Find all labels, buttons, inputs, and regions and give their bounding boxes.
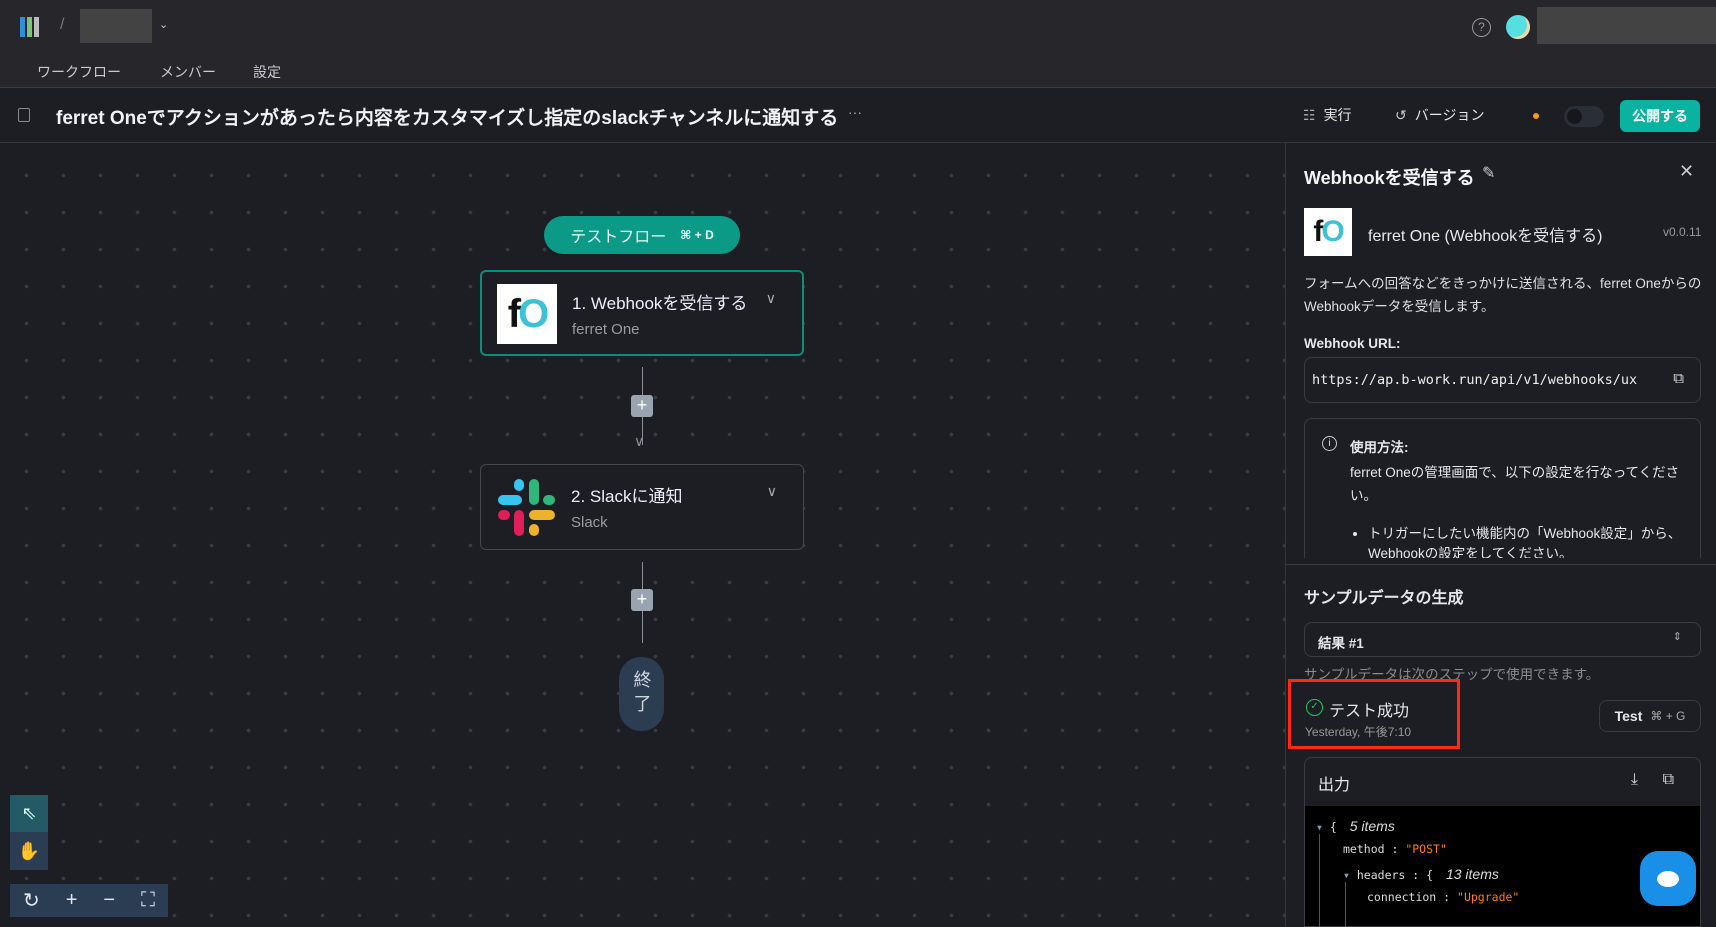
usage-box: i 使用方法: ferret Oneの管理画面で、以下の設定を行なってください。… bbox=[1304, 418, 1701, 558]
workspace-selector[interactable] bbox=[80, 9, 152, 43]
test-button[interactable]: Test ⌘ + G bbox=[1599, 700, 1701, 732]
zoom-in-icon[interactable]: + bbox=[66, 889, 78, 912]
run-label: 実行 bbox=[1323, 107, 1352, 123]
top-bar: / ⌄ ワークフロー メンバー 設定 ? bbox=[0, 0, 1716, 88]
info-icon: i bbox=[1322, 436, 1337, 451]
sample-title: サンプルデータの生成 bbox=[1304, 590, 1464, 607]
json-key: headers bbox=[1356, 868, 1406, 882]
arrow-down-icon: ∨ bbox=[634, 433, 645, 449]
app-name: ferret One (Webhookを受信する) bbox=[1368, 228, 1603, 245]
test-flow-label: テストフロー bbox=[570, 229, 667, 246]
more-menu-button[interactable]: ··· bbox=[848, 104, 862, 120]
node-subtitle: Slack bbox=[571, 514, 608, 531]
copy-icon[interactable]: ⧉ bbox=[1673, 370, 1684, 387]
hand-tool-icon[interactable]: ✋ bbox=[10, 832, 48, 870]
app-logo-icon[interactable] bbox=[20, 17, 42, 37]
json-value: "Upgrade" bbox=[1457, 890, 1520, 904]
chevron-down-icon[interactable]: ⌄ bbox=[159, 18, 168, 31]
copy-icon[interactable]: ⧉ bbox=[1663, 771, 1674, 789]
tab-workflow[interactable]: ワークフロー bbox=[37, 62, 121, 82]
json-count: 5 items bbox=[1349, 818, 1395, 834]
chevron-down-icon[interactable]: ∨ bbox=[766, 290, 776, 307]
app-version: v0.0.11 bbox=[1663, 225, 1702, 239]
ferret-one-logo: fO bbox=[497, 284, 557, 344]
usage-bullet: トリガーにしたい機能内の「Webhook設定」から、Webhookの設定をしてく… bbox=[1368, 524, 1688, 558]
output-box: 出力 ⤓ ⧉ ▾ { 5 items method : "POST" ▾ hea… bbox=[1304, 757, 1701, 927]
zoom-out-icon[interactable]: − bbox=[103, 889, 115, 912]
version-button[interactable]: ↺ バージョン bbox=[1395, 105, 1484, 125]
usage-text: ferret Oneの管理画面で、以下の設定を行なってください。 bbox=[1350, 465, 1680, 503]
test-flow-shortcut: ⌘ + D bbox=[680, 228, 714, 242]
list-icon: ☷ bbox=[1303, 106, 1316, 123]
result-select-value: 結果 #1 bbox=[1318, 636, 1364, 651]
unsaved-indicator-dot bbox=[1533, 113, 1539, 119]
resize-handle[interactable] bbox=[1286, 564, 1716, 565]
fit-view-icon[interactable]: ⛶ bbox=[141, 889, 155, 912]
active-toggle[interactable] bbox=[1564, 106, 1604, 127]
node-webhook[interactable]: fO 1. Webhookを受信する ferret One ∨ bbox=[480, 270, 804, 356]
edit-pencil-icon[interactable]: ✎ bbox=[1482, 163, 1495, 183]
end-node: 終了 bbox=[619, 657, 664, 731]
test-flow-button[interactable]: テストフロー ⌘ + D bbox=[544, 216, 740, 254]
help-icon[interactable]: ? bbox=[1472, 18, 1491, 37]
ferret-one-logo: fO bbox=[1304, 208, 1352, 256]
chevron-updown-icon: ⇕ bbox=[1672, 631, 1682, 643]
webhook-url-value: https://ap.b-work.run/api/v1/webhooks/ux bbox=[1312, 372, 1638, 388]
chat-support-button[interactable] bbox=[1640, 851, 1696, 906]
app-description: フォームへの回答などをきっかけに送信される、ferret OneからのWebho… bbox=[1304, 276, 1702, 314]
add-step-button[interactable]: + bbox=[631, 589, 653, 611]
panel-title: Webhookを受信する bbox=[1304, 168, 1475, 188]
step-detail-panel: Webhookを受信する ✎ ✕ fO ferret One (Webhookを… bbox=[1285, 143, 1716, 927]
run-button[interactable]: ☷ 実行 bbox=[1303, 105, 1352, 125]
webhook-url-field[interactable]: https://ap.b-work.run/api/v1/webhooks/ux… bbox=[1304, 357, 1701, 403]
history-icon: ↺ bbox=[1395, 106, 1407, 123]
zoom-controls: ↻ + − ⛶ bbox=[10, 884, 168, 917]
slack-logo bbox=[496, 477, 556, 537]
output-label: 出力 bbox=[1318, 777, 1351, 794]
node-slack[interactable]: 2. Slackに通知 Slack ∨ bbox=[480, 464, 804, 550]
download-icon[interactable]: ⤓ bbox=[1631, 771, 1638, 789]
chat-bubble-icon bbox=[1657, 870, 1679, 887]
breadcrumb-separator: / bbox=[60, 16, 65, 33]
tab-members[interactable]: メンバー bbox=[160, 62, 216, 82]
success-check-icon: ✓ bbox=[1306, 699, 1323, 716]
result-select[interactable]: 結果 #1 ⇕ bbox=[1304, 622, 1701, 657]
workflow-header: ferret Oneでアクションがあったら内容をカスタマイズし指定のslackチ… bbox=[0, 88, 1716, 143]
select-tool-icon[interactable]: ⇖ bbox=[10, 795, 48, 832]
tab-settings[interactable]: 設定 bbox=[253, 62, 281, 82]
json-key: connection bbox=[1367, 890, 1437, 904]
add-step-button[interactable]: + bbox=[631, 395, 653, 417]
version-label: バージョン bbox=[1414, 107, 1485, 123]
test-shortcut: ⌘ + G bbox=[1650, 709, 1686, 723]
test-status: テスト成功 bbox=[1329, 703, 1410, 720]
test-timestamp: Yesterday, 午後7:10 bbox=[1305, 725, 1412, 739]
json-key: method bbox=[1343, 842, 1385, 856]
json-count: 13 items bbox=[1445, 866, 1499, 882]
workflow-canvas[interactable]: テストフロー ⌘ + D fO 1. Webhookを受信する ferret O… bbox=[0, 143, 1285, 927]
node-title: 2. Slackに通知 bbox=[571, 487, 683, 506]
workflow-title[interactable]: ferret Oneでアクションがあったら内容をカスタマイズし指定のslackチ… bbox=[56, 103, 838, 130]
test-button-label: Test bbox=[1614, 708, 1643, 724]
toggle-sidebar-icon[interactable] bbox=[18, 108, 30, 122]
close-icon[interactable]: ✕ bbox=[1679, 161, 1694, 182]
webhook-url-label: Webhook URL: bbox=[1304, 336, 1401, 351]
node-subtitle: ferret One bbox=[572, 321, 640, 338]
reset-icon[interactable]: ↻ bbox=[23, 888, 40, 913]
node-title: 1. Webhookを受信する bbox=[572, 294, 748, 313]
user-name-redacted bbox=[1537, 7, 1716, 44]
json-value: "POST" bbox=[1405, 842, 1447, 856]
usage-title: 使用方法: bbox=[1350, 440, 1409, 455]
publish-button[interactable]: 公開する bbox=[1620, 100, 1700, 132]
avatar[interactable] bbox=[1506, 15, 1530, 39]
chevron-down-icon[interactable]: ∨ bbox=[767, 483, 777, 500]
